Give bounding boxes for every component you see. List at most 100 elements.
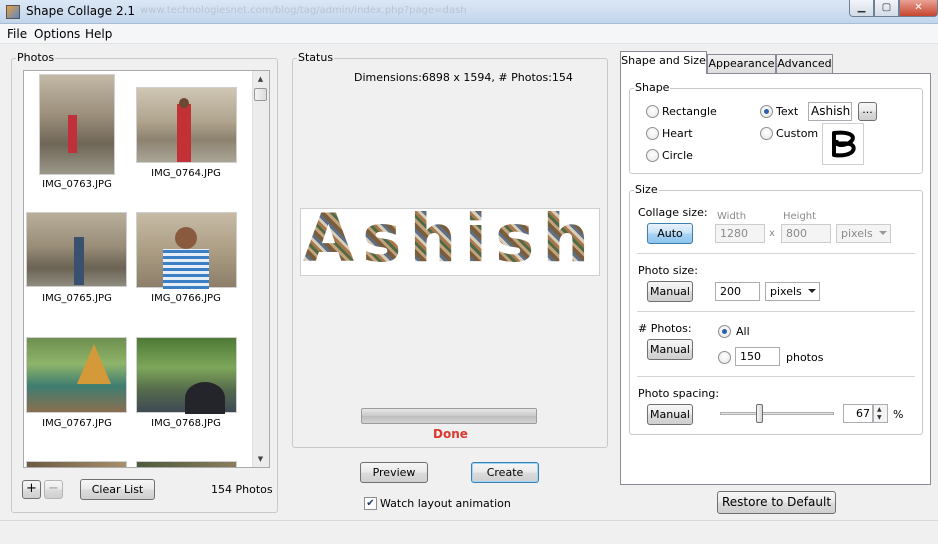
spacing-slider-thumb[interactable] [756, 404, 763, 423]
dimensions-text: Dimensions:6898 x 1594, # Photos:154 [354, 71, 573, 84]
spacing-stepper[interactable]: ▲ ▼ [873, 404, 888, 423]
create-button[interactable]: Create [471, 462, 539, 483]
photo-thumbnail[interactable] [26, 212, 127, 287]
width-label: Width [717, 211, 747, 222]
scroll-down-arrow-icon[interactable]: ▼ [252, 451, 269, 467]
watch-animation-label: Watch layout animation [380, 497, 511, 510]
app-icon [6, 5, 20, 19]
rectangle-label: Rectangle [662, 105, 717, 118]
window-title: Shape Collage 2.1 [26, 4, 136, 18]
photo-thumbnail[interactable] [39, 74, 115, 175]
size-group-title: Size [634, 183, 659, 196]
rectangle-radio[interactable] [646, 105, 659, 118]
photo-spacing-manual-button[interactable]: Manual [647, 404, 693, 425]
height-label: Height [783, 211, 817, 222]
menu-options[interactable]: Options [34, 27, 80, 41]
browse-button[interactable]: ... [858, 102, 877, 121]
stepper-down-icon[interactable]: ▼ [877, 415, 882, 421]
custom-radio[interactable] [760, 127, 773, 140]
menu-file[interactable]: File [7, 27, 27, 41]
text-radio[interactable] [760, 105, 773, 118]
photo-size-label: Photo size: [638, 264, 698, 277]
photo-list[interactable]: IMG_0763.JPG IMG_0764.JPG IMG_0765.JPG I… [23, 70, 270, 468]
minimize-button[interactable]: ▁ [849, 0, 874, 17]
shape-group-title: Shape [634, 81, 671, 94]
custom-shape-icon [832, 130, 856, 158]
photo-size-input[interactable]: 200 [715, 282, 760, 301]
height-input[interactable]: 800 [781, 224, 831, 243]
scrollbar-thumb[interactable] [254, 88, 267, 101]
text-label: Text [776, 105, 799, 118]
photo-size-unit-select[interactable]: pixels [765, 282, 820, 301]
stepper-up-icon[interactable]: ▲ [877, 407, 882, 413]
collage-size-label: Collage size: [638, 206, 708, 219]
photo-thumbnail[interactable] [136, 337, 237, 414]
add-photo-button[interactable]: + [22, 480, 41, 499]
close-button[interactable]: ✕ [899, 0, 938, 17]
spacing-input[interactable]: 67 [843, 404, 873, 423]
photos-unit-label: photos [786, 351, 824, 364]
tab-appearance[interactable]: Appearance [707, 54, 776, 74]
photo-name: IMG_0766.JPG [151, 293, 221, 304]
photo-thumbnail[interactable] [136, 212, 237, 289]
num-photos-label: # Photos: [638, 322, 692, 335]
heart-label: Heart [662, 127, 693, 140]
photos-group-title: Photos [16, 51, 56, 64]
photo-name: IMG_0765.JPG [42, 293, 112, 304]
tab-shape-and-size[interactable]: Shape and Size [620, 51, 707, 74]
photo-name: IMG_0767.JPG [42, 418, 112, 429]
shape-text-input[interactable]: Ashish [808, 102, 852, 121]
custom-shape-preview[interactable] [822, 123, 864, 165]
num-photos-manual-button[interactable]: Manual [647, 339, 693, 360]
menu-help[interactable]: Help [85, 27, 112, 41]
restore-default-button[interactable]: Restore to Default [717, 491, 836, 514]
chevron-down-icon [879, 231, 887, 235]
circle-radio[interactable] [646, 149, 659, 162]
progress-bar [361, 408, 537, 424]
all-photos-label: All [736, 325, 750, 338]
photo-list-scrollbar[interactable] [252, 71, 269, 467]
spacing-unit-label: % [893, 408, 904, 421]
photo-thumbnail[interactable] [136, 461, 237, 467]
collage-preview: Ashish [300, 200, 600, 277]
all-photos-radio[interactable] [718, 325, 731, 338]
photo-spacing-label: Photo spacing: [638, 387, 720, 400]
chevron-down-icon [808, 289, 816, 293]
photo-size-manual-button[interactable]: Manual [647, 281, 693, 302]
circle-label: Circle [662, 149, 693, 162]
photo-size-unit-value: pixels [770, 285, 802, 298]
collage-unit-value: pixels [841, 227, 873, 240]
divider [637, 253, 915, 254]
scroll-up-arrow-icon[interactable]: ▲ [252, 71, 269, 87]
status-group-title: Status [297, 51, 335, 64]
watch-animation-checkbox[interactable]: ✔ [364, 497, 377, 510]
faded-url-text: www.technologiesnet.com/blog/tag/admin/i… [140, 5, 467, 16]
times-label: x [769, 228, 775, 239]
num-photos-input[interactable]: 150 [735, 347, 780, 366]
preview-button[interactable]: Preview [360, 462, 428, 483]
divider [637, 311, 915, 312]
auto-size-button[interactable]: Auto [647, 223, 693, 244]
clear-list-button[interactable]: Clear List [80, 479, 155, 500]
photo-thumbnail[interactable] [136, 87, 237, 163]
photo-name: IMG_0768.JPG [151, 418, 221, 429]
menu-bar [0, 24, 938, 44]
custom-label: Custom [776, 127, 819, 140]
tab-advanced[interactable]: Advanced [776, 54, 833, 74]
photo-name: IMG_0764.JPG [151, 168, 221, 179]
status-bar [0, 520, 938, 544]
maximize-button[interactable]: ▢ [874, 0, 899, 17]
collage-unit-select[interactable]: pixels [836, 224, 891, 243]
photo-count: 154 Photos [211, 483, 273, 496]
limit-photos-radio[interactable] [718, 351, 731, 364]
remove-photo-button[interactable]: − [44, 480, 63, 499]
photo-thumbnail[interactable] [26, 337, 127, 413]
heart-radio[interactable] [646, 127, 659, 140]
collage-preview-word: Ashish [303, 200, 598, 277]
spacing-slider-track[interactable] [720, 412, 834, 415]
done-status-text: Done [433, 427, 468, 441]
photo-thumbnail[interactable] [26, 461, 127, 467]
photo-name: IMG_0763.JPG [42, 179, 112, 190]
width-input[interactable]: 1280 [715, 224, 765, 243]
divider [637, 376, 915, 377]
